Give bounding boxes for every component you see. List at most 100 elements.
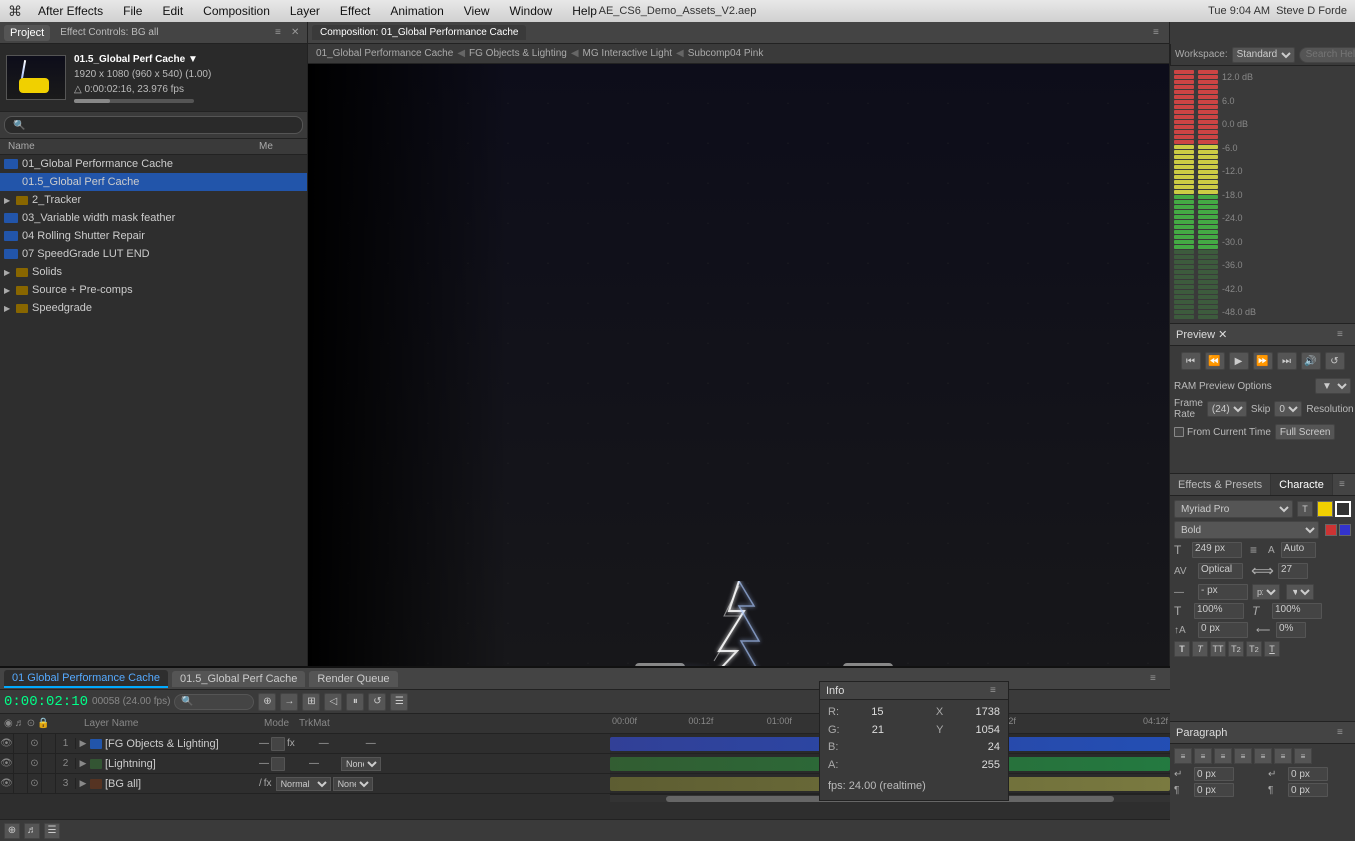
next-frame-btn[interactable]: ⏩ xyxy=(1253,352,1273,370)
leading-px-field[interactable]: - px xyxy=(1198,584,1248,600)
fill-color-swatch-2[interactable] xyxy=(1325,524,1337,536)
layer-visibility-1[interactable]: 👁 xyxy=(0,734,14,753)
layer-expand-3[interactable]: ▶ xyxy=(76,778,90,789)
font-style-dropdown[interactable]: Bold xyxy=(1174,521,1319,539)
scale-v-field[interactable]: 100% xyxy=(1272,603,1322,619)
menu-window[interactable]: Window xyxy=(506,2,557,20)
format-italic-btn[interactable]: T xyxy=(1192,641,1208,657)
space-after-input[interactable] xyxy=(1288,783,1328,797)
layer-solo-1[interactable]: ⊙ xyxy=(28,734,42,753)
comp-tab-active[interactable]: Composition: 01_Global Performance Cache xyxy=(312,25,526,40)
leading-field[interactable]: Auto xyxy=(1281,542,1316,558)
tl-tool-7[interactable]: ☰ xyxy=(390,693,408,711)
from-current-checkbox[interactable] xyxy=(1174,427,1184,437)
scale-h-field[interactable]: 100% xyxy=(1194,603,1244,619)
menu-animation[interactable]: Animation xyxy=(386,2,447,20)
comp-panel-menu-icon[interactable]: ≡ xyxy=(1153,27,1165,39)
layer-solo-3[interactable]: ⊙ xyxy=(28,774,42,793)
menu-composition[interactable]: Composition xyxy=(199,2,274,20)
font-style-icon-btn[interactable]: T xyxy=(1297,501,1313,517)
list-item[interactable]: 04 Rolling Shutter Repair xyxy=(0,227,307,245)
timeline-tab-1[interactable]: 01 Global Performance Cache xyxy=(4,670,168,688)
tl-bottom-btn-3[interactable]: ☰ xyxy=(44,823,60,839)
frame-rate-dropdown[interactable]: (24) xyxy=(1207,401,1247,417)
info-panel-menu-icon[interactable]: ≡ xyxy=(990,685,1002,697)
layer-trkmat-dropdown-2[interactable]: None xyxy=(341,757,381,771)
list-item[interactable]: 01.5_Global Perf Cache xyxy=(0,173,307,191)
tracking-type-field[interactable]: Optical xyxy=(1198,563,1243,579)
layer-expand-1[interactable]: ▶ xyxy=(76,738,90,749)
tsume-field[interactable]: 0% xyxy=(1276,622,1306,638)
tl-tool-5[interactable]: ⏸ xyxy=(346,693,364,711)
leading-extra-dropdown[interactable]: ▼ xyxy=(1286,584,1314,600)
fill-color-swatch[interactable] xyxy=(1317,501,1333,517)
panel-menu-icon[interactable]: ≡ xyxy=(275,27,287,39)
tl-bottom-btn-1[interactable]: ⊕ xyxy=(4,823,20,839)
list-item[interactable]: ▶ Solids xyxy=(0,263,307,281)
menu-help[interactable]: Help xyxy=(568,2,601,20)
layer-lock-1[interactable] xyxy=(42,734,56,753)
format-small-caps-btn[interactable]: T2 xyxy=(1228,641,1244,657)
tl-tool-3[interactable]: ⊞ xyxy=(302,693,320,711)
list-item[interactable]: 07 SpeedGrade LUT END xyxy=(0,245,307,263)
tl-bottom-btn-2[interactable]: ♬ xyxy=(24,823,40,839)
breadcrumb-4[interactable]: Subcomp04 Pink xyxy=(688,48,764,59)
preview-panel-menu-icon[interactable]: ≡ xyxy=(1337,329,1349,341)
timeline-tab-2[interactable]: 01.5_Global Perf Cache xyxy=(172,671,305,687)
layer-visibility-2[interactable]: 👁 xyxy=(0,754,14,773)
baseline-field[interactable]: 0 px xyxy=(1198,622,1248,638)
menu-file[interactable]: File xyxy=(119,2,146,20)
play-btn[interactable]: ▶ xyxy=(1229,352,1249,370)
breadcrumb-2[interactable]: FG Objects & Lighting xyxy=(469,48,567,59)
justify-all-btn[interactable]: ≡ xyxy=(1294,748,1312,764)
breadcrumb-1[interactable]: 01_Global Performance Cache xyxy=(316,48,453,59)
layer-audio-3[interactable] xyxy=(14,774,28,793)
list-item[interactable]: 03_Variable width mask feather xyxy=(0,209,307,227)
layer-mode-dropdown-3[interactable]: Normal xyxy=(276,777,331,791)
loop-btn[interactable]: ↺ xyxy=(1325,352,1345,370)
right-indent-input[interactable] xyxy=(1288,767,1328,781)
font-size-field[interactable]: 249 px xyxy=(1192,542,1242,558)
justify-left-btn[interactable]: ≡ xyxy=(1234,748,1252,764)
timeline-search-input[interactable] xyxy=(174,694,254,710)
workspace-dropdown[interactable]: Standard xyxy=(1232,47,1295,63)
effects-panel-menu-icon[interactable]: ≡ xyxy=(1339,479,1351,491)
justify-center-btn[interactable]: ≡ xyxy=(1254,748,1272,764)
menu-layer[interactable]: Layer xyxy=(286,2,324,20)
go-to-start-btn[interactable]: ⏮ xyxy=(1181,352,1201,370)
go-to-end-btn[interactable]: ⏭ xyxy=(1277,352,1297,370)
layer-audio-1[interactable] xyxy=(14,734,28,753)
justify-right-btn[interactable]: ≡ xyxy=(1274,748,1292,764)
apple-menu-icon[interactable]: ⌘ xyxy=(8,3,22,20)
menu-aftereffects[interactable]: After Effects xyxy=(34,2,107,20)
menu-view[interactable]: View xyxy=(460,2,494,20)
stroke-color-swatch-2[interactable] xyxy=(1339,524,1351,536)
timeline-current-time[interactable]: 0:00:02:10 xyxy=(4,694,88,710)
layer-trkmat-dropdown-3[interactable]: None xyxy=(333,777,373,791)
list-item[interactable]: ▶ Source + Pre-comps xyxy=(0,281,307,299)
timeline-tab-3[interactable]: Render Queue xyxy=(309,671,397,687)
tl-tool-6[interactable]: ↺ xyxy=(368,693,386,711)
full-screen-btn[interactable]: Full Screen xyxy=(1275,424,1336,440)
layer-lock-2[interactable] xyxy=(42,754,56,773)
tl-tool-2[interactable]: → xyxy=(280,693,298,711)
layer-audio-2[interactable] xyxy=(14,754,28,773)
tab-effects-presets[interactable]: Effects & Presets xyxy=(1170,474,1271,495)
leading-unit-dropdown[interactable]: px xyxy=(1252,584,1280,600)
search-help-input[interactable] xyxy=(1299,47,1355,63)
audio-btn[interactable]: 🔊 xyxy=(1301,352,1321,370)
ram-preview-dropdown[interactable]: ▼ xyxy=(1315,378,1351,394)
timeline-panel-menu-icon[interactable]: ≡ xyxy=(1150,673,1162,685)
project-search-input[interactable] xyxy=(4,116,303,134)
breadcrumb-3[interactable]: MG Interactive Light xyxy=(583,48,672,59)
tab-project[interactable]: Project xyxy=(4,25,50,41)
align-center-btn[interactable]: ≡ xyxy=(1194,748,1212,764)
layer-motion-blur-1[interactable] xyxy=(271,737,285,751)
skip-dropdown[interactable]: 0 xyxy=(1274,401,1302,417)
format-superscript-btn[interactable]: T2 xyxy=(1246,641,1262,657)
tab-effect-controls[interactable]: Effect Controls: BG all xyxy=(54,25,164,40)
layer-motion-blur-2[interactable] xyxy=(271,757,285,771)
align-left-btn[interactable]: ≡ xyxy=(1174,748,1192,764)
format-underline-btn[interactable]: T xyxy=(1264,641,1280,657)
list-item[interactable]: ▶ 2_Tracker xyxy=(0,191,307,209)
